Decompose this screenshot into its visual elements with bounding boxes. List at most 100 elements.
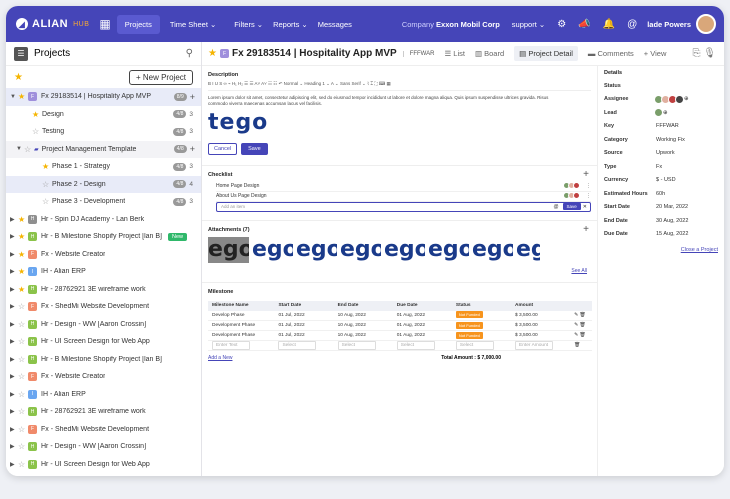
close-project-link[interactable]: Close a Project — [604, 247, 718, 253]
detail-field-value[interactable]: 60h — [656, 191, 665, 197]
expand-caret-icon[interactable]: ▼ — [16, 146, 24, 152]
project-tree-item[interactable]: ▶ ☆ F Fx - ShedMi Website Development — [6, 298, 201, 316]
expand-caret-icon[interactable]: ▶ — [10, 443, 18, 450]
project-tree-item[interactable]: ▶ ☆ H Hr - Design - WW [Aaron Crossin] — [6, 316, 201, 334]
milestone-row[interactable]: Development Phase 01 Jul, 2022 10 Aug, 202… — [208, 330, 592, 342]
company-selector[interactable]: Company Exxon Mobil Corp — [402, 20, 500, 29]
add-subproject-icon[interactable]: + — [190, 144, 195, 154]
expand-caret-icon[interactable]: ▶ — [10, 251, 18, 258]
edit-icon[interactable]: ✎ — [574, 313, 578, 318]
project-tree-item[interactable]: ▶ ☆ H Hr - 28762921 3E wireframe work — [6, 403, 201, 421]
edit-icon[interactable]: ✎ — [574, 323, 578, 328]
project-star-icon[interactable]: ★ — [208, 48, 217, 59]
delete-icon[interactable]: 🗑 — [574, 343, 580, 348]
favorite-star-icon[interactable]: ☆ — [18, 425, 28, 434]
favorite-star-icon[interactable]: ☆ — [24, 145, 34, 154]
nav-messages[interactable]: Messages — [318, 20, 352, 29]
expand-caret-icon[interactable]: ▶ — [10, 373, 18, 380]
favorite-star-icon[interactable]: ☆ — [42, 197, 52, 206]
more-options-icon[interactable]: ⋮ — [586, 193, 591, 199]
tab-list[interactable]: ☰ List — [444, 49, 464, 58]
expand-caret-icon[interactable]: ▶ — [10, 303, 18, 310]
add-checklist-icon[interactable]: + — [583, 169, 589, 180]
checklist-item[interactable]: About Us Page Design ⋮ — [216, 191, 591, 202]
project-tree-item[interactable]: ★ Phase 1 - Strategy 4/8 3 — [6, 158, 201, 176]
close-icon[interactable]: ✕ — [583, 204, 587, 210]
favorite-star-icon[interactable]: ★ — [18, 92, 28, 101]
favorite-star-icon[interactable]: ☆ — [18, 337, 28, 346]
expand-caret-icon[interactable]: ▶ — [10, 461, 18, 468]
checklist-save-button[interactable]: Save — [562, 203, 581, 211]
description-text[interactable]: Lorem ipsum dolor sit amet, consectetur … — [208, 95, 568, 108]
project-tree-item[interactable]: ☆ Phase 2 - Design 4/8 4 — [6, 175, 201, 193]
detail-field-value[interactable]: FFFWAR — [656, 123, 679, 129]
project-tree-item[interactable]: ▶ ★ H Hr - 28762921 3E wireframe work — [6, 281, 201, 299]
add-user-icon[interactable]: ⊕ — [663, 110, 668, 116]
expand-caret-icon[interactable]: ▶ — [10, 233, 18, 240]
detail-field-value[interactable]: Fx — [656, 164, 662, 170]
favorite-star-icon[interactable]: ☆ — [42, 180, 52, 189]
avatar[interactable] — [675, 94, 684, 104]
cancel-button[interactable]: Cancel — [208, 142, 238, 155]
favorite-star-icon[interactable]: ★ — [18, 250, 28, 259]
support-menu[interactable]: support ⌄ — [512, 20, 545, 29]
sidebar-toggle-icon[interactable]: ☰ — [14, 46, 28, 61]
tab-project-detail[interactable]: ▤ Project Detail — [514, 46, 578, 61]
favorite-star-icon[interactable]: ☆ — [18, 460, 28, 469]
apps-grid-icon[interactable]: ▦ — [99, 17, 110, 31]
mention-icon[interactable]: @ — [627, 19, 637, 30]
favorite-star-icon[interactable]: ☆ — [18, 320, 28, 329]
announcement-icon[interactable]: 📣 — [578, 19, 590, 30]
favorite-star-icon[interactable]: ★ — [18, 267, 28, 276]
delete-icon[interactable]: 🗑 — [580, 323, 586, 328]
settings-gear-icon[interactable]: ⚙ — [557, 19, 566, 30]
save-button[interactable]: Save — [241, 142, 268, 155]
microphone-icon[interactable]: 🎙 — [703, 48, 716, 59]
nav-reports[interactable]: Reports ⌄ — [273, 20, 308, 29]
favorites-star-icon[interactable]: ★ — [14, 72, 23, 83]
expand-caret-icon[interactable]: ▶ — [10, 321, 18, 328]
attachment-thumbnail[interactable]: ego — [296, 237, 337, 263]
nav-filters[interactable]: Filters ⌄ — [234, 20, 263, 29]
expand-caret-icon[interactable]: ▶ — [10, 408, 18, 415]
status-pill[interactable]: Not Funded — [455, 321, 483, 329]
milestone-row[interactable]: Develop Phase 01 Jul, 2022 10 Aug, 2022 01 … — [208, 310, 592, 322]
project-tree-item[interactable]: ▼ ☆ ▰ Project Management Template 4/8 + — [6, 140, 201, 158]
attachment-thumbnail[interactable]: ego — [384, 237, 425, 263]
see-all-link[interactable]: See All — [208, 268, 587, 274]
edit-icon[interactable]: ✎ — [574, 333, 578, 338]
attach-icon[interactable]: ⎘ — [693, 48, 701, 59]
project-tree-item[interactable]: ▶ ★ H Hr - Spin DJ Academy - Lan Berk — [6, 211, 201, 229]
expand-caret-icon[interactable]: ▶ — [10, 268, 18, 275]
project-tree-item[interactable]: ▶ ☆ H Hr - UI Screen Design for Web App — [6, 456, 201, 474]
favorite-star-icon[interactable]: ★ — [42, 162, 52, 171]
delete-icon[interactable]: 🗑 — [580, 333, 586, 338]
checklist-item[interactable]: Home Page Design ⋮ — [216, 181, 591, 192]
more-options-icon[interactable]: ⋮ — [586, 183, 591, 189]
project-tree-item[interactable]: ▶ ☆ F Fx - Website Creator — [6, 368, 201, 386]
expand-caret-icon[interactable]: ▶ — [10, 426, 18, 433]
project-tree-item[interactable]: ▶ ☆ I IH - Alian ERP — [6, 386, 201, 404]
project-tree-item[interactable]: ▶ ★ F Fx - Website Creator — [6, 246, 201, 264]
checklist-input[interactable]: Add an item @ Save ✕ — [216, 201, 591, 212]
tab-comments[interactable]: ▬ Comments — [588, 49, 634, 58]
attachment-thumbnail[interactable]: ego — [208, 236, 249, 263]
project-tree-item[interactable]: ▶ ☆ H Hr - UI Screen Design for Web App — [6, 333, 201, 351]
favorite-star-icon[interactable]: ★ — [32, 110, 42, 119]
milestone-new-start-input[interactable]: Select — [278, 341, 317, 351]
nav-time-sheet[interactable]: Time Sheet ⌄ — [170, 20, 216, 29]
add-subproject-icon[interactable]: + — [190, 92, 195, 102]
milestone-new-amount-input[interactable]: Enter Amount — [515, 341, 554, 351]
avatar[interactable] — [654, 108, 663, 118]
project-tree-item[interactable]: ★ Design 4/8 3 — [6, 106, 201, 124]
tab-board[interactable]: ▥ Board — [475, 49, 504, 58]
expand-caret-icon[interactable]: ▶ — [10, 216, 18, 223]
expand-caret-icon[interactable]: ▼ — [10, 94, 18, 100]
attachment-thumbnail[interactable]: ego — [252, 237, 293, 263]
project-tree-item[interactable]: ▼ ★ F Fx 29183514 | Hospitality App MVP 8/9 + — [6, 88, 201, 106]
add-view-button[interactable]: + View — [644, 49, 667, 58]
favorite-star-icon[interactable]: ☆ — [18, 390, 28, 399]
expand-caret-icon[interactable]: ▶ — [10, 338, 18, 345]
notification-bell-icon[interactable]: 🔔 — [603, 19, 615, 30]
detail-field-value[interactable]: Upwork — [656, 150, 675, 156]
